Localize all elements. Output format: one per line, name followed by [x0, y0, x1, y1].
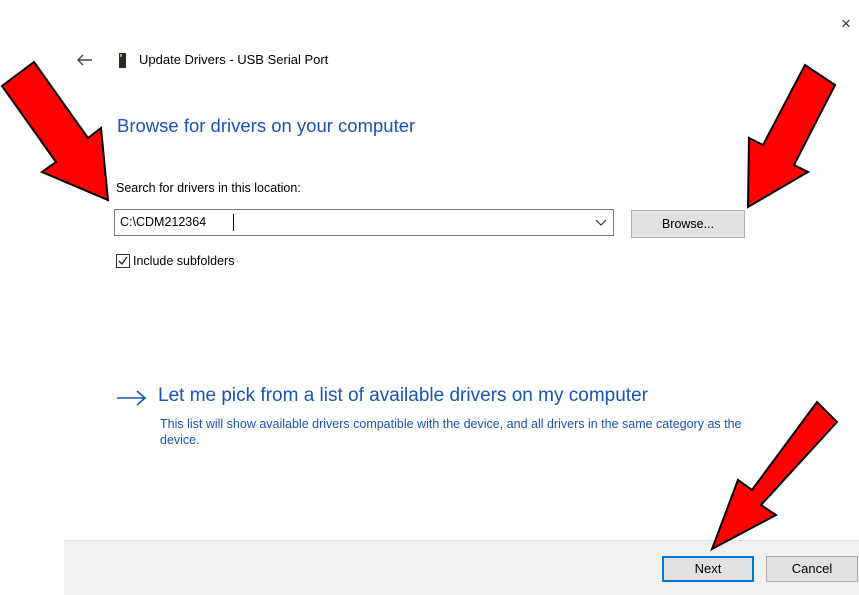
- back-arrow-icon[interactable]: [74, 50, 96, 70]
- cancel-button[interactable]: Cancel: [766, 556, 858, 582]
- annotation-arrow-left: [0, 60, 110, 202]
- browse-button[interactable]: Browse...: [631, 210, 745, 238]
- window-title: Update Drivers - USB Serial Port: [139, 52, 329, 67]
- close-icon[interactable]: ×: [841, 14, 851, 33]
- include-subfolders-label[interactable]: Include subfolders: [133, 254, 234, 268]
- checkmark-icon: [118, 256, 128, 266]
- chevron-down-icon[interactable]: [595, 219, 607, 227]
- next-button[interactable]: Next: [662, 556, 754, 582]
- include-subfolders-checkbox[interactable]: [116, 254, 130, 268]
- driver-path-value[interactable]: C:\CDM212364: [120, 215, 206, 229]
- driver-path-combobox[interactable]: C:\CDM212364: [114, 209, 614, 236]
- text-cursor: [233, 214, 234, 231]
- search-location-label: Search for drivers in this location:: [116, 181, 301, 195]
- usb-device-icon: [119, 53, 126, 68]
- close-button[interactable]: ×: [836, 14, 856, 34]
- right-arrow-icon[interactable]: [115, 388, 149, 408]
- pick-from-list-link[interactable]: Let me pick from a list of available dri…: [158, 385, 648, 407]
- annotation-arrows: [0, 60, 839, 552]
- pick-from-list-description: This list will show available drivers co…: [160, 417, 742, 447]
- annotation-arrow-top-right: [746, 63, 837, 209]
- page-heading: Browse for drivers on your computer: [117, 115, 416, 136]
